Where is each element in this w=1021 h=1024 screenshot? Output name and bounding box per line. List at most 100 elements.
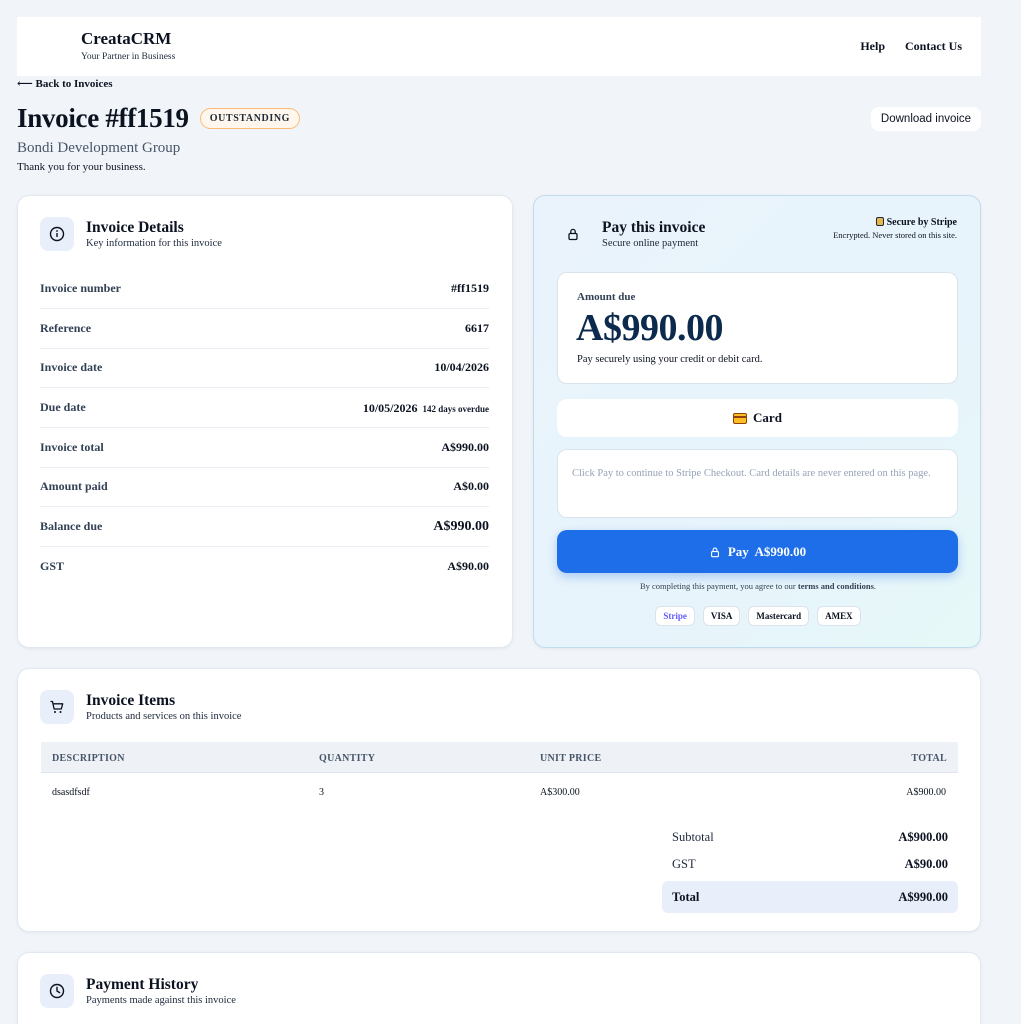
pay-invoice-card: Pay this invoice Secure online payment S… — [533, 195, 981, 648]
total-row: Total A$990.00 — [662, 881, 958, 913]
amount-due-box: Amount due A$990.00 Pay securely using y… — [557, 272, 958, 384]
detail-row-invoice-number: Invoice number #ff1519 — [40, 269, 489, 309]
detail-label: Balance due — [40, 519, 103, 533]
brand-tagline: Your Partner in Business — [81, 52, 176, 62]
card-payment-method[interactable]: Card — [557, 399, 958, 437]
status-badge: OUTSTANDING — [199, 108, 301, 129]
item-total: A$900.00 — [906, 787, 946, 798]
card-header: Invoice Items Products and services on t… — [40, 690, 241, 724]
cart-icon — [40, 690, 74, 724]
detail-label: Invoice number — [40, 281, 121, 295]
padlock-icon — [875, 217, 884, 226]
card-subtitle: Secure online payment — [602, 238, 699, 249]
card-header: Invoice Details Key information for this… — [40, 217, 222, 251]
detail-label: Reference — [40, 321, 92, 335]
mastercard-badge: Mastercard — [748, 606, 810, 626]
detail-row-balance-due: Balance due A$990.00 — [40, 507, 489, 547]
detail-label: GST — [40, 558, 65, 573]
brand-name: CreataCRM — [81, 29, 172, 48]
card-title: Payment History — [86, 976, 199, 993]
detail-label: Invoice date — [40, 360, 103, 374]
column-header-unit-price: UNIT PRICE — [540, 753, 602, 764]
terms-prefix: By completing this payment, you agree to… — [639, 581, 798, 591]
terms-link[interactable]: terms and conditions — [798, 581, 874, 591]
invoice-details-card: Invoice Details Key information for this… — [17, 195, 513, 648]
card-header: Payment History Payments made against th… — [40, 974, 236, 1008]
payment-brands: Stripe VISA Mastercard AMEX — [534, 606, 982, 626]
gst-row: GST A$90.00 — [662, 849, 958, 879]
detail-label: Due date — [40, 400, 86, 414]
top-bar: CreataCRM Your Partner in Business Help … — [17, 17, 981, 76]
card-title: Invoice Details — [86, 219, 184, 236]
subtotal-label: Subtotal — [672, 829, 714, 844]
subtotal-row: Subtotal A$900.00 — [662, 822, 958, 852]
page-title: Invoice #ff1519 — [17, 103, 189, 133]
thanks-message: Thank you for your business. — [17, 161, 146, 173]
visa-badge: VISA — [702, 606, 741, 626]
secure-by-stripe: Secure by Stripe Encrypted. Never stored… — [833, 217, 957, 240]
item-description: dsasdfsdf — [52, 787, 90, 798]
detail-row-invoice-total: Invoice total A$990.00 — [40, 428, 489, 468]
clock-icon — [40, 974, 74, 1008]
amount-due-value: A$990.00 — [576, 307, 723, 349]
amount-due-note: Pay securely using your credit or debit … — [577, 354, 763, 365]
pay-button-label: Pay A$990.00 — [727, 543, 807, 559]
invoice-items-card: Invoice Items Products and services on t… — [17, 668, 981, 932]
download-invoice-button[interactable]: Download invoice — [871, 107, 981, 131]
nav-contact-link[interactable]: Contact Us — [905, 39, 962, 54]
detail-value: 6617 — [465, 321, 489, 335]
amount-due-label: Amount due — [577, 291, 636, 303]
gst-value: A$90.00 — [904, 856, 948, 871]
terms-notice: By completing this payment, you agree to… — [534, 581, 982, 591]
pay-button[interactable]: Pay A$990.00 — [557, 530, 958, 573]
column-header-quantity: QUANTITY — [319, 753, 376, 764]
secure-subtitle: Encrypted. Never stored on this site. — [833, 230, 957, 240]
item-quantity: 3 — [319, 787, 324, 798]
brand[interactable]: CreataCRM Your Partner in Business — [81, 29, 176, 63]
column-header-total: TOTAL — [911, 753, 947, 764]
overdue-note: 142 days overdue — [422, 403, 489, 414]
back-to-invoices-link[interactable]: ⟵ Back to Invoices — [17, 77, 113, 90]
detail-value: A$0.00 — [453, 479, 489, 493]
detail-row-due-date: Due date 10/05/2026 142 days overdue — [40, 388, 489, 428]
column-header-description: DESCRIPTION — [52, 753, 125, 764]
detail-label: Invoice total — [40, 440, 104, 454]
detail-value: A$990.00 — [433, 518, 489, 534]
secure-title-text: Secure by Stripe — [886, 217, 957, 228]
detail-value: #ff1519 — [451, 281, 489, 295]
detail-value: 10/05/2026 — [362, 400, 418, 415]
total-value: A$990.00 — [898, 889, 948, 904]
nav-help-link[interactable]: Help — [860, 39, 885, 54]
lock-icon — [710, 547, 719, 557]
secure-title: Secure by Stripe — [833, 217, 957, 228]
detail-value: A$90.00 — [447, 558, 489, 573]
detail-row-reference: Reference 6617 — [40, 309, 489, 349]
item-unit-price: A$300.00 — [540, 787, 580, 798]
detail-row-gst: GST A$90.00 — [40, 546, 489, 586]
card-header: Pay this invoice Secure online payment — [556, 217, 705, 251]
total-label: Total — [672, 889, 700, 904]
card-subtitle: Payments made against this invoice — [86, 995, 236, 1006]
lock-icon — [556, 217, 590, 251]
stripe-badge: Stripe — [655, 606, 695, 626]
due-date-value-group: 10/05/2026 142 days overdue — [363, 399, 489, 417]
detail-row-invoice-date: Invoice date 10/04/2026 — [40, 348, 489, 388]
terms-suffix: . — [873, 581, 877, 591]
credit-card-icon — [733, 412, 748, 424]
detail-label: Amount paid — [40, 479, 108, 493]
detail-value: 10/04/2026 — [434, 360, 489, 374]
subtotal-value: A$900.00 — [898, 829, 948, 844]
card-subtitle: Key information for this invoice — [86, 238, 222, 249]
detail-value: A$990.00 — [441, 440, 489, 454]
table-header: DESCRIPTION QUANTITY UNIT PRICE TOTAL — [41, 742, 958, 773]
card-title: Pay this invoice — [602, 219, 706, 236]
company-name: Bondi Development Group — [17, 140, 181, 156]
card-title: Invoice Items — [86, 692, 176, 709]
info-icon — [40, 217, 74, 251]
payment-history-card: Payment History Payments made against th… — [17, 952, 981, 1024]
gst-label: GST — [672, 856, 696, 871]
top-nav: Help Contact Us — [860, 39, 962, 54]
stripe-checkout-note: Click Pay to continue to Stripe Checkout… — [557, 449, 958, 518]
card-subtitle: Products and services on this invoice — [86, 711, 242, 722]
detail-row-amount-paid: Amount paid A$0.00 — [40, 467, 489, 507]
